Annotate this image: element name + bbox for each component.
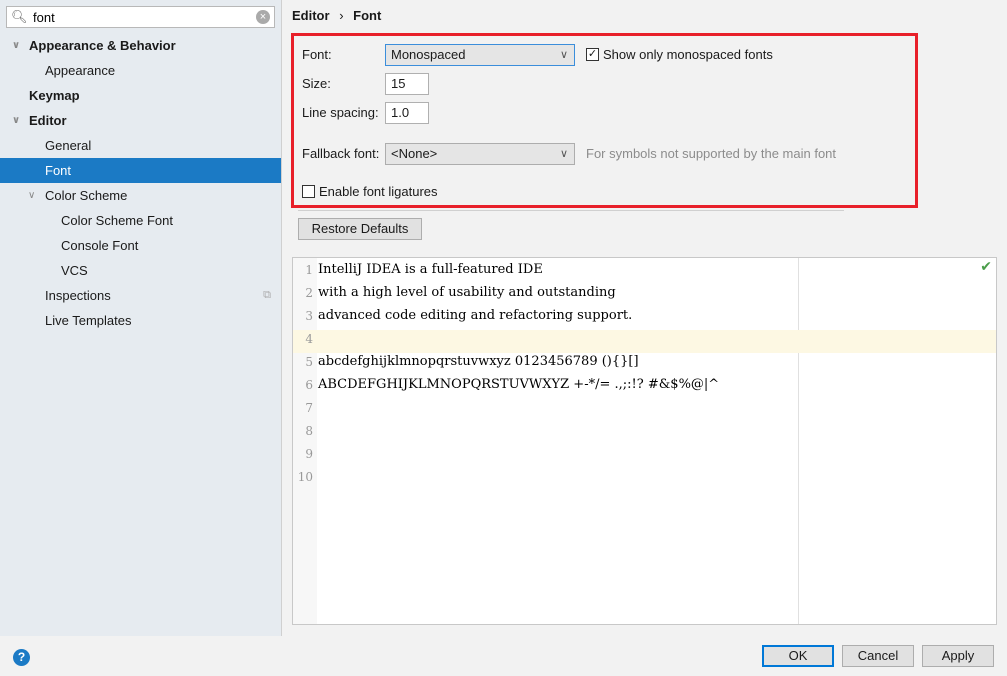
code-line: abcdefghijklmnopqrstuvwxyz 0123456789 ()…: [318, 354, 639, 369]
search-input[interactable]: [33, 8, 253, 26]
font-select[interactable]: Monospaced ∨: [385, 44, 575, 66]
restore-defaults-button[interactable]: Restore Defaults: [298, 218, 422, 240]
ok-button[interactable]: OK: [762, 645, 834, 667]
tree-item-editor[interactable]: ∨ Editor: [0, 108, 281, 133]
tree-item-appearance-behavior[interactable]: ∨ Appearance & Behavior: [0, 33, 281, 58]
tree-item-label: Keymap: [29, 88, 80, 103]
copy-icon: ⧉: [263, 289, 271, 301]
fallback-font-label: Fallback font:: [302, 146, 380, 161]
tree-item-label: Appearance: [45, 63, 116, 78]
size-input[interactable]: 15: [385, 73, 429, 95]
tree-item-font[interactable]: Font: [0, 158, 281, 183]
tree-item-color-scheme-font[interactable]: Color Scheme Font: [0, 208, 281, 233]
tree-item-label: Font: [45, 163, 72, 178]
tree-item-vcs[interactable]: VCS: [0, 258, 281, 283]
breadcrumb-current: Font: [353, 8, 382, 23]
check-icon: ✓: [587, 48, 598, 60]
font-label: Font:: [302, 47, 332, 62]
line-number: 4: [305, 332, 313, 346]
code-line: with a high level of usability and outst…: [318, 285, 616, 300]
current-line-highlight: [293, 330, 996, 353]
breadcrumb: Editor › Font: [292, 8, 381, 23]
tree-item-inspections[interactable]: Inspections ⧉: [0, 283, 281, 308]
show-monospaced-label[interactable]: Show only monospaced fonts: [603, 47, 773, 62]
line-number: 6: [305, 378, 313, 392]
tree-item-keymap[interactable]: Keymap: [0, 83, 281, 108]
code-line: advanced code editing and refactoring su…: [318, 308, 633, 323]
code-line: ABCDEFGHIJKLMNOPQRSTUVWXYZ +-*/= .,;:!? …: [318, 377, 720, 392]
tree-item-label: Console Font: [61, 238, 139, 253]
inspection-ok-icon[interactable]: ✔: [980, 258, 992, 275]
chevron-down-icon[interactable]: ∨: [28, 183, 35, 208]
line-number: 7: [305, 401, 313, 415]
font-select-value: Monospaced: [391, 47, 466, 62]
line-number: 8: [305, 424, 313, 438]
line-number: 1: [305, 263, 313, 277]
breadcrumb-parent[interactable]: Editor: [292, 8, 330, 23]
cancel-button[interactable]: Cancel: [842, 645, 914, 667]
fallback-hint: For symbols not supported by the main fo…: [586, 146, 837, 161]
tree-item-label: VCS: [61, 263, 88, 278]
line-number: 3: [305, 309, 313, 323]
code-line: IntelliJ IDEA is a full-featured IDE: [318, 262, 543, 277]
line-spacing-label: Line spacing:: [302, 105, 379, 120]
tree-item-label: Color Scheme: [45, 188, 128, 203]
size-label: Size:: [302, 76, 331, 91]
ligatures-label[interactable]: Enable font ligatures: [319, 184, 438, 199]
apply-button[interactable]: Apply: [922, 645, 994, 667]
line-number: 2: [305, 286, 313, 300]
divider: [298, 210, 844, 211]
tree-item-appearance[interactable]: Appearance: [0, 58, 281, 83]
tree-item-label: Appearance & Behavior: [29, 38, 176, 53]
clear-icon[interactable]: ×: [256, 10, 270, 24]
fallback-font-select[interactable]: <None> ∨: [385, 143, 575, 165]
line-number: 10: [297, 470, 313, 484]
search-icon[interactable]: 🔍︎: [11, 9, 28, 25]
tree-item-label: Live Templates: [45, 313, 132, 328]
tree-item-label: Color Scheme Font: [61, 213, 173, 228]
ligatures-checkbox[interactable]: [302, 185, 315, 198]
line-number: 5: [305, 355, 313, 369]
chevron-down-icon[interactable]: ∨: [12, 108, 20, 133]
breadcrumb-separator: ›: [339, 8, 344, 23]
settings-sidebar: 🔍︎ × ∨ Appearance & Behavior Appearance Key…: [0, 0, 282, 636]
line-spacing-input[interactable]: 1.0: [385, 102, 429, 124]
search-box[interactable]: 🔍︎ ×: [6, 6, 275, 28]
chevron-down-icon[interactable]: ∨: [12, 33, 20, 58]
help-button[interactable]: ?: [13, 649, 30, 666]
tree-item-label: General: [45, 138, 92, 153]
chevron-down-icon: ∨: [559, 148, 568, 160]
right-margin-line: [798, 258, 799, 624]
fallback-select-value: <None>: [391, 146, 438, 161]
tree-item-label: Editor: [29, 113, 67, 128]
tree-item-live-templates[interactable]: Live Templates: [0, 308, 281, 333]
font-preview-editor[interactable]: 1 IntelliJ IDEA is a full-featured IDE 2 wi…: [292, 257, 997, 625]
tree-item-label: Inspections: [45, 288, 111, 303]
tree-item-console-font[interactable]: Console Font: [0, 233, 281, 258]
tree-item-general[interactable]: General: [0, 133, 281, 158]
tree-item-color-scheme[interactable]: ∨ Color Scheme: [0, 183, 281, 208]
show-monospaced-checkbox[interactable]: ✓: [586, 48, 599, 61]
line-number: 9: [305, 447, 313, 461]
chevron-down-icon: ∨: [559, 49, 568, 61]
